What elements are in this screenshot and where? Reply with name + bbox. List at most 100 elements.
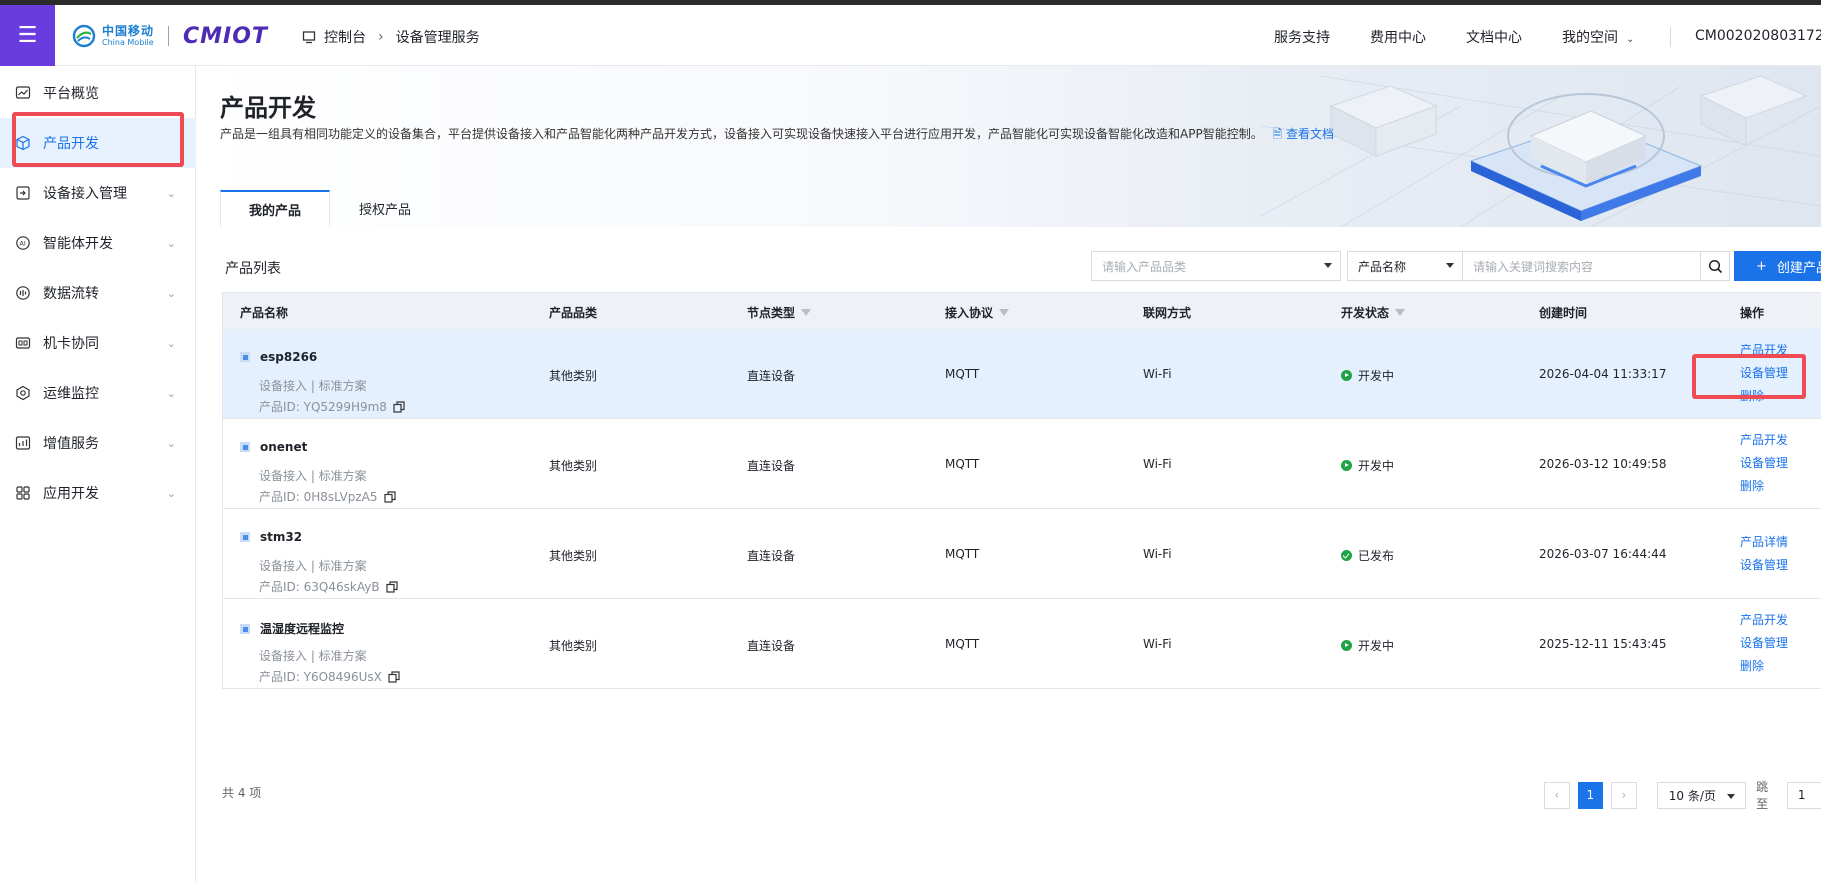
created-time-cell: 2026-03-07 16:44:44 bbox=[1539, 547, 1667, 561]
delete-link[interactable]: 删除 bbox=[1740, 389, 1788, 404]
sidebar-item-label: 智能体开发 bbox=[43, 236, 113, 252]
product-name-text: stm32 bbox=[260, 530, 303, 544]
copy-icon[interactable] bbox=[393, 400, 405, 413]
filter-icon[interactable] bbox=[1395, 309, 1406, 316]
network-cell: Wi-Fi bbox=[1143, 457, 1172, 471]
filter-icon[interactable] bbox=[801, 309, 812, 316]
logo-divider bbox=[168, 26, 170, 46]
next-page-button[interactable]: › bbox=[1611, 781, 1637, 809]
nav-billing[interactable]: 费用中心 bbox=[1370, 27, 1426, 47]
table-header: 产品名称 产品品类 节点类型 接入协议 联网方式 开发状态 创建时间 操作 bbox=[223, 293, 1821, 329]
delete-link[interactable]: 删除 bbox=[1740, 479, 1788, 494]
column-label: 节点类型 bbox=[747, 306, 796, 320]
product-detail-link[interactable]: 产品详情 bbox=[1740, 535, 1788, 550]
col-network: 联网方式 bbox=[1143, 304, 1191, 321]
product-name[interactable]: 温湿度远程监控 bbox=[240, 620, 344, 637]
protocol-cell: MQTT bbox=[945, 547, 980, 561]
cube-icon bbox=[16, 135, 30, 151]
doc-icon: 🗎 bbox=[1272, 127, 1286, 141]
nav-my-space[interactable]: 我的空间 ⌄ bbox=[1562, 27, 1634, 47]
breadcrumb-device-service[interactable]: 设备管理服务 bbox=[396, 27, 480, 47]
node-type-cell: 直连设备 bbox=[747, 459, 796, 473]
sidebar-item-app-dev[interactable]: 应用开发 ⌄ bbox=[0, 468, 196, 518]
search-input[interactable]: 请输入关键词搜索内容 bbox=[1463, 251, 1701, 281]
page-size-value: 10 条/页 bbox=[1668, 788, 1716, 803]
column-label: 产品品类 bbox=[549, 306, 598, 320]
table-row: 温湿度远程监控 设备接入 | 标准方案 产品ID: Y6O8496UsX 其他类… bbox=[223, 599, 1821, 689]
sidebar-item-product-dev[interactable]: 产品开发 bbox=[0, 118, 196, 168]
col-protocol: 接入协议 bbox=[945, 304, 1010, 321]
page-title: 产品开发 bbox=[220, 94, 316, 122]
tab-my-products[interactable]: 我的产品 bbox=[220, 190, 330, 227]
product-name-text: esp8266 bbox=[260, 350, 318, 364]
copy-icon[interactable] bbox=[383, 490, 396, 503]
chevron-down-icon: ⌄ bbox=[166, 436, 176, 450]
sidebar-item-overview[interactable]: 平台概览 bbox=[0, 68, 196, 118]
chevron-down-icon: ⌄ bbox=[166, 286, 176, 300]
product-id-text: 产品ID: YQ5299H9m8 bbox=[259, 400, 387, 414]
product-name[interactable]: stm32 bbox=[240, 530, 302, 544]
product-access-type: 设备接入 | 标准方案 bbox=[259, 469, 367, 483]
nav-service-support[interactable]: 服务支持 bbox=[1274, 27, 1330, 47]
prev-page-button[interactable]: ‹ bbox=[1544, 781, 1570, 809]
page-size-select[interactable]: 10 条/页 bbox=[1656, 781, 1747, 809]
delete-link[interactable]: 删除 bbox=[1740, 659, 1788, 674]
product-access-type: 设备接入 | 标准方案 bbox=[259, 379, 367, 393]
search-placeholder: 请输入关键词搜索内容 bbox=[1473, 259, 1594, 274]
search-field-select[interactable]: 产品名称 bbox=[1347, 251, 1463, 281]
monitor-icon bbox=[16, 385, 30, 401]
product-dev-link[interactable]: 产品开发 bbox=[1740, 433, 1788, 448]
sidebar-item-sim-card[interactable]: 机卡协同 ⌄ bbox=[0, 318, 196, 368]
sidebar-item-data-flow[interactable]: 数据流转 ⌄ bbox=[0, 268, 196, 318]
menu-button[interactable]: ☰ bbox=[0, 5, 55, 66]
column-label: 开发状态 bbox=[1341, 306, 1390, 320]
product-name[interactable]: onenet bbox=[240, 440, 307, 454]
category-select[interactable]: 请输入产品品类 bbox=[1091, 251, 1341, 281]
sidebar-item-value-service[interactable]: 增值服务 ⌄ bbox=[0, 418, 196, 468]
create-product-button[interactable]: + 创建产品 bbox=[1734, 251, 1821, 281]
product-name[interactable]: esp8266 bbox=[240, 350, 317, 364]
in-progress-icon bbox=[1341, 460, 1352, 471]
col-dev-status: 开发状态 bbox=[1341, 304, 1406, 321]
status-text: 开发中 bbox=[1358, 459, 1395, 473]
search-button[interactable] bbox=[1701, 251, 1730, 281]
account-id[interactable]: CM002020803172 bbox=[1695, 28, 1821, 44]
product-table: 产品名称 产品品类 节点类型 接入协议 联网方式 开发状态 创建时间 操作 es… bbox=[222, 292, 1821, 689]
product-logo: CMIOT bbox=[183, 23, 268, 49]
caret-down-icon bbox=[1727, 793, 1736, 799]
view-docs-link[interactable]: 🗎 查看文档 bbox=[1273, 127, 1334, 141]
list-title: 产品列表 bbox=[225, 261, 281, 277]
product-dev-link[interactable]: 产品开发 bbox=[1740, 613, 1788, 628]
chevron-down-icon: ⌄ bbox=[166, 336, 176, 350]
tab-authorized-products[interactable]: 授权产品 bbox=[330, 190, 440, 227]
created-time-cell: 2025-12-11 15:43:45 bbox=[1539, 637, 1667, 651]
sidebar-item-agent-dev[interactable]: AI 智能体开发 ⌄ bbox=[0, 218, 196, 268]
page-button-current[interactable]: 1 bbox=[1577, 781, 1604, 809]
status-badge: 开发中 bbox=[1341, 367, 1394, 384]
column-label: 创建时间 bbox=[1539, 306, 1588, 320]
sidebar-item-ops-monitor[interactable]: 运维监控 ⌄ bbox=[0, 368, 196, 418]
data-flow-icon bbox=[16, 286, 30, 300]
device-manage-link[interactable]: 设备管理 bbox=[1740, 558, 1788, 573]
device-manage-link[interactable]: 设备管理 bbox=[1740, 366, 1788, 381]
banner-illustration bbox=[1261, 75, 1821, 227]
filter-icon[interactable] bbox=[999, 309, 1010, 316]
device-manage-link[interactable]: 设备管理 bbox=[1740, 636, 1788, 651]
apps-icon bbox=[16, 486, 30, 500]
copy-icon[interactable] bbox=[388, 670, 400, 683]
copy-icon[interactable] bbox=[385, 580, 398, 593]
breadcrumb-console[interactable]: 控制台 bbox=[324, 27, 366, 47]
logo[interactable]: 中国移动 China Mobile CMIOT bbox=[72, 22, 268, 50]
column-label: 接入协议 bbox=[945, 306, 994, 320]
page-description-text: 产品是一组具有相同功能定义的设备集合，平台提供设备接入和产品智能化两种产品开发方… bbox=[220, 127, 1263, 141]
sidebar-item-device-access[interactable]: 设备接入管理 ⌄ bbox=[0, 168, 196, 218]
jump-page-input[interactable]: 1 bbox=[1786, 781, 1821, 809]
device-manage-link[interactable]: 设备管理 bbox=[1740, 456, 1788, 471]
product-id: 产品ID: 0H8sLVpzA5 bbox=[259, 488, 396, 505]
caret-down-icon bbox=[1446, 263, 1454, 268]
sidebar: 平台概览 产品开发 设备接入管理 ⌄ AI 智能体开发 ⌄ 数据流转 ⌄ 机卡协… bbox=[0, 66, 196, 882]
product-dev-link[interactable]: 产品开发 bbox=[1740, 343, 1788, 358]
network-cell: Wi-Fi bbox=[1143, 637, 1172, 651]
check-circle-icon bbox=[1341, 550, 1352, 561]
nav-docs[interactable]: 文档中心 bbox=[1466, 27, 1522, 47]
